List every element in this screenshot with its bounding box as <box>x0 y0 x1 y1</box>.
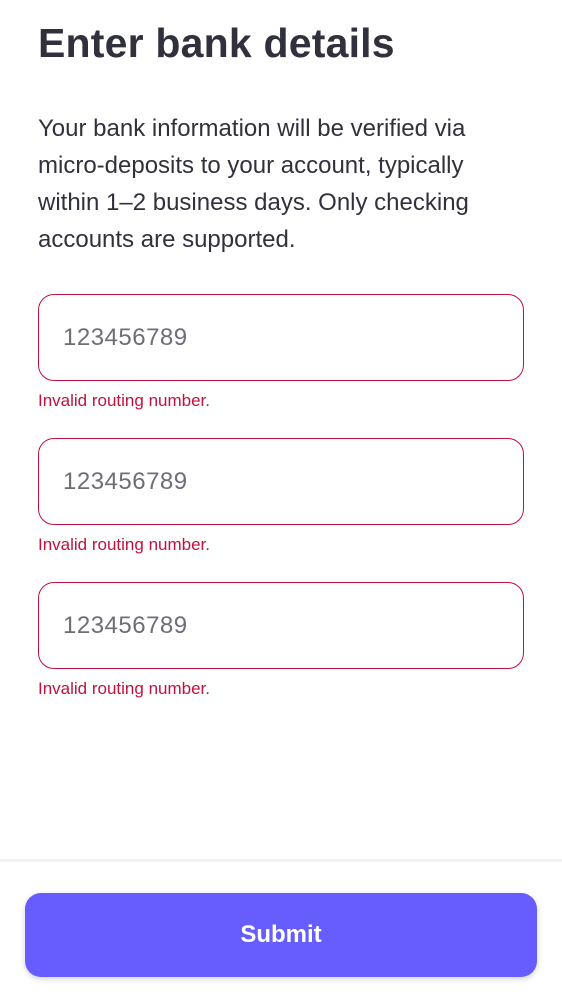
submit-button[interactable]: Submit <box>25 893 537 977</box>
field-group-1: Invalid routing number. <box>38 294 524 411</box>
verification-description: Your bank information will be verified v… <box>38 115 469 253</box>
field-group-2: Invalid routing number. <box>38 438 524 555</box>
field-group-3: Invalid routing number. <box>38 582 524 699</box>
field-error-2: Invalid routing number. <box>38 535 210 554</box>
field-error-3: Invalid routing number. <box>38 679 210 698</box>
routing-number-input-2[interactable] <box>38 438 524 525</box>
page-title: Enter bank details <box>38 20 395 66</box>
field-error-1: Invalid routing number. <box>38 391 210 410</box>
routing-number-input-1[interactable] <box>38 294 524 381</box>
footer-bar: Submit <box>0 859 562 1000</box>
routing-number-input-3[interactable] <box>38 582 524 669</box>
bank-details-screen: Enter bank details Your bank information… <box>0 0 562 1000</box>
